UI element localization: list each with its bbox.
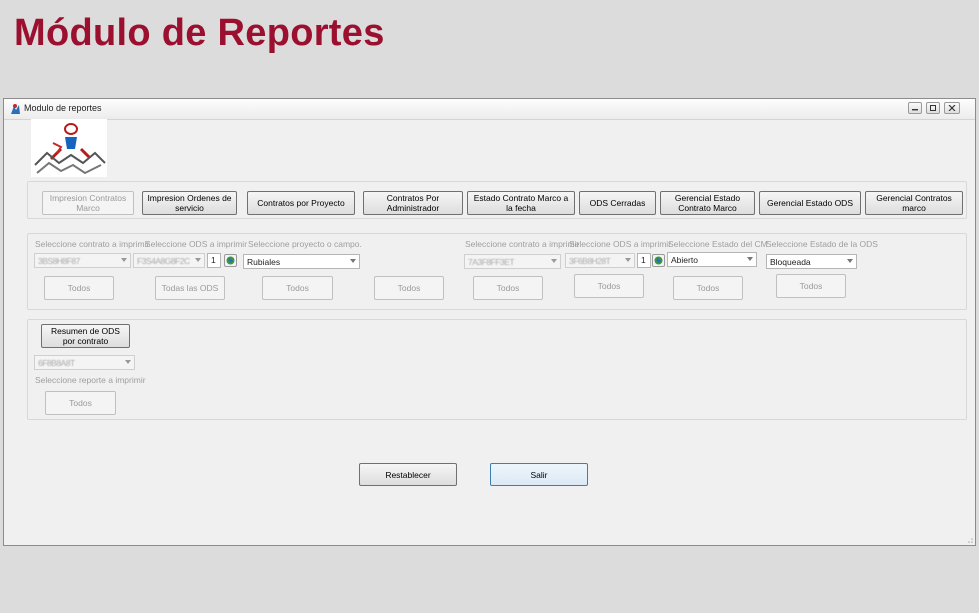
resumen-ods-contrato-button[interactable]: Resumen de ODS por contrato <box>41 324 130 348</box>
ods2-label: Seleccione ODS a imprimir <box>569 239 672 249</box>
gerencial-estado-ods-button[interactable]: Gerencial Estado ODS <box>759 191 861 215</box>
todos-proyectos-button[interactable]: Todos <box>262 276 333 300</box>
gerencial-contratos-marco-button[interactable]: Gerencial Contratos marco <box>865 191 963 215</box>
estado-ods-label: Seleccione Estado de la ODS <box>766 239 878 249</box>
estado-cm-value: Abierto <box>671 255 698 265</box>
todos-contratos-button[interactable]: Todos <box>44 276 114 300</box>
contratos-por-administrador-button[interactable]: Contratos Por Administrador <box>363 191 463 215</box>
todos-ods-cerradas-button[interactable]: Todos <box>574 274 644 298</box>
impresion-contratos-marco-button[interactable]: Impresion Contratos Marco <box>42 191 134 215</box>
company-logo <box>31 119 107 177</box>
contrato2-select[interactable]: 7A3F8FF3ET <box>464 254 561 269</box>
resumen-todos-button[interactable]: Todos <box>45 391 116 415</box>
proyecto-value: Rubiales <box>247 257 281 267</box>
ods2-refresh-button[interactable] <box>652 254 665 267</box>
chevron-down-icon <box>350 259 356 263</box>
gerencial-estado-contrato-marco-button[interactable]: Gerencial Estado Contrato Marco <box>660 191 755 215</box>
chevron-down-icon <box>625 258 631 262</box>
window-titlebar[interactable]: Modulo de reportes <box>4 99 975 120</box>
ods-value: F3S4A8G8F2C <box>137 256 190 266</box>
chevron-down-icon <box>847 259 853 263</box>
app-icon <box>11 104 20 114</box>
ods-number-field[interactable]: 1 <box>207 253 221 268</box>
maximize-icon <box>930 105 936 111</box>
resize-grip-icon[interactable] <box>965 535 973 543</box>
todos-estado-ods-button[interactable]: Todos <box>776 274 846 298</box>
resumen-value: 6F8B8A8T <box>38 358 75 368</box>
contrato2-label: Seleccione contrato a imprimir <box>465 239 580 249</box>
minimize-button[interactable] <box>908 102 922 114</box>
estado-ods-value: Bloqueada <box>770 257 811 267</box>
todos-administrador-button[interactable]: Todos <box>374 276 444 300</box>
salir-button[interactable]: Salir <box>490 463 588 486</box>
minimize-icon <box>912 109 918 111</box>
estado-cm-select[interactable]: Abierto <box>667 252 757 267</box>
impresion-ordenes-servicio-button[interactable]: Impresion Ordenes de servicio <box>142 191 237 215</box>
proyecto-label: Seleccione proyecto o campo. <box>248 239 362 249</box>
chevron-down-icon <box>121 258 127 262</box>
contrato-value: 3BS8H8F87 <box>38 256 80 266</box>
chevron-down-icon <box>125 360 131 364</box>
resumen-select[interactable]: 6F8B8A8T <box>34 355 135 370</box>
proyecto-select[interactable]: Rubiales <box>243 254 360 269</box>
resumen-label: Seleccione reporte a imprimir <box>35 375 146 385</box>
ods2-select[interactable]: 3F6B8H28T <box>565 253 635 268</box>
contrato-label: Seleccione contrato a imprimir <box>35 239 150 249</box>
restablecer-button[interactable]: Restablecer <box>359 463 457 486</box>
logo-image <box>34 123 106 175</box>
ods-refresh-button[interactable] <box>224 254 237 267</box>
estado-ods-select[interactable]: Bloqueada <box>766 254 857 269</box>
maximize-button[interactable] <box>926 102 940 114</box>
slide-title: Módulo de Reportes <box>14 12 385 54</box>
estado-cm-label: Seleccione Estado del CM <box>668 239 768 249</box>
ods-select[interactable]: F3S4A8G8F2C <box>133 253 205 268</box>
chevron-down-icon <box>747 257 753 261</box>
close-button[interactable] <box>944 102 960 114</box>
resumen-panel <box>27 319 967 420</box>
reports-window: Modulo de reportes Impresion Contratos M… <box>3 98 976 546</box>
contrato2-value: 7A3F8FF3ET <box>468 257 515 267</box>
ods2-number-field[interactable]: 1 <box>637 253 651 268</box>
refresh-globe-icon <box>226 256 235 265</box>
todas-las-ods-button[interactable]: Todas las ODS <box>155 276 225 300</box>
todos-estado-cm-button[interactable]: Todos <box>673 276 743 300</box>
chevron-down-icon <box>551 259 557 263</box>
close-icon <box>948 105 956 111</box>
contrato-select[interactable]: 3BS8H8F87 <box>34 253 131 268</box>
todos-contrato-estado-button[interactable]: Todos <box>473 276 543 300</box>
refresh-globe-icon <box>654 256 663 265</box>
estado-contrato-marco-button[interactable]: Estado Contrato Marco a la fecha <box>467 191 575 215</box>
contratos-por-proyecto-button[interactable]: Contratos por Proyecto <box>247 191 355 215</box>
ods-cerradas-button[interactable]: ODS Cerradas <box>579 191 656 215</box>
ods-label: Seleccione ODS a imprimir <box>145 239 248 249</box>
chevron-down-icon <box>195 258 201 262</box>
window-title: Modulo de reportes <box>24 103 102 113</box>
ods2-value: 3F6B8H28T <box>569 256 611 266</box>
